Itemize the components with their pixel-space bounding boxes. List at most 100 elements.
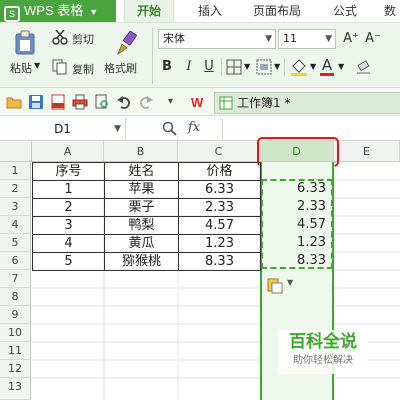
row-header[interactable]: 1 — [0, 162, 31, 180]
table-cell[interactable]: 苹果 — [105, 181, 179, 199]
row-header[interactable]: 4 — [0, 216, 31, 234]
ribbon-separator — [152, 28, 153, 84]
format-painter-button[interactable]: 格式刷 — [104, 28, 148, 84]
paste-marquee — [261, 179, 333, 269]
customize-toolbar-icon[interactable]: ▾ — [168, 96, 173, 107]
chevron-down-icon: ▼ — [89, 7, 99, 17]
table-cell[interactable]: 6.33 — [179, 181, 261, 199]
copy-label: 复制 — [72, 63, 94, 76]
row-header[interactable]: 2 — [0, 180, 31, 198]
merge-cells-icon[interactable] — [256, 59, 272, 75]
paintbrush-icon — [116, 30, 137, 56]
cut-button[interactable]: 剪切 — [50, 28, 102, 48]
table-cell[interactable]: 4.57 — [179, 217, 261, 235]
ribbon-separator — [221, 58, 222, 76]
row-header[interactable]: 7 — [0, 270, 31, 288]
wps-logo-icon: W — [191, 95, 204, 110]
format-painter-label: 格式刷 — [104, 62, 137, 75]
table-cell[interactable]: 猕猴桃 — [105, 253, 179, 271]
italic-button[interactable]: I — [180, 58, 198, 76]
row-header[interactable]: 11 — [0, 342, 31, 360]
redo-icon[interactable] — [138, 94, 154, 110]
bold-button[interactable]: B — [158, 58, 176, 76]
tab-page-layout[interactable]: 页面布局 — [244, 0, 310, 22]
insert-function-button[interactable]: fx — [188, 120, 200, 135]
row-header[interactable]: 3 — [0, 198, 31, 216]
column-header-b[interactable]: B — [104, 141, 178, 162]
undo-icon[interactable] — [116, 94, 132, 110]
column-header-c[interactable]: C — [178, 141, 260, 162]
watermark-title: 百科全说 — [289, 332, 357, 352]
select-all-corner[interactable] — [0, 141, 32, 162]
font-name-select[interactable]: 宋体 ▼ — [158, 29, 276, 49]
table-cell[interactable]: 栗子 — [105, 199, 179, 217]
zoom-search-icon[interactable] — [162, 121, 178, 137]
table-cell[interactable]: 黄瓜 — [105, 235, 179, 253]
table-header-cell[interactable]: 价格 — [179, 163, 261, 181]
cut-label: 剪切 — [72, 33, 94, 46]
table-cell[interactable]: 8.33 — [179, 253, 261, 271]
table-cell[interactable]: 5 — [33, 253, 105, 271]
print-icon[interactable] — [72, 94, 88, 110]
open-folder-icon[interactable] — [6, 94, 22, 110]
font-color-button[interactable]: A — [318, 56, 336, 76]
copy-button[interactable]: 复制 — [50, 58, 102, 78]
paste-dropdown-icon: ▼ — [34, 61, 41, 70]
chevron-down-icon: ▼ — [338, 62, 345, 71]
table-header-cell[interactable]: 姓名 — [105, 163, 179, 181]
print-preview-icon[interactable] — [94, 94, 110, 110]
font-color-letter: A — [321, 56, 333, 74]
row-header[interactable]: 12 — [0, 360, 31, 378]
table-cell[interactable]: 1 — [33, 181, 105, 199]
column-header-a[interactable]: A — [32, 141, 104, 162]
tab-home[interactable]: 开始 — [124, 0, 174, 22]
shrink-font-button[interactable]: A⁻ — [364, 30, 382, 48]
ribbon-separator — [284, 58, 285, 76]
table-cell[interactable]: 2 — [33, 199, 105, 217]
fill-color-icon[interactable] — [290, 58, 308, 76]
chevron-down-icon: ▼ — [244, 62, 251, 71]
row-header[interactable]: 10 — [0, 324, 31, 342]
font-color-swatch — [320, 73, 334, 76]
chevron-down-icon: ▼ — [114, 124, 121, 134]
paste-button[interactable]: 粘贴 ▼ — [8, 28, 42, 84]
table-cell[interactable]: 4 — [33, 235, 105, 253]
export-pdf-icon[interactable] — [50, 94, 66, 110]
chevron-down-icon: ▼ — [265, 34, 272, 44]
chevron-down-icon: ▼ — [310, 62, 317, 71]
table-cell[interactable]: 鸭梨 — [105, 217, 179, 235]
scissors-icon — [52, 29, 68, 45]
spreadsheet-doc-icon — [219, 96, 233, 110]
tab-data[interactable]: 数 — [380, 0, 400, 22]
table-header-cell[interactable]: 序号 — [33, 163, 105, 181]
grow-font-button[interactable]: A⁺ — [342, 30, 360, 48]
row-header[interactable]: 5 — [0, 234, 31, 252]
paste-options-icon — [267, 278, 283, 294]
table-cell[interactable]: 1.23 — [179, 235, 261, 253]
tab-insert[interactable]: 插入 — [188, 0, 232, 22]
chevron-down-icon: ▼ — [274, 62, 281, 71]
clear-format-icon[interactable] — [356, 60, 372, 74]
row-header[interactable]: 6 — [0, 252, 31, 270]
column-header-e[interactable]: E — [334, 141, 400, 162]
row-header[interactable]: 9 — [0, 306, 31, 324]
row-header[interactable]: 8 — [0, 288, 31, 306]
underline-button[interactable]: U — [200, 58, 218, 76]
borders-icon[interactable] — [226, 59, 242, 75]
app-menu-button[interactable]: S WPS 表格 ▼ — [0, 0, 116, 22]
name-box-value: D1 — [54, 122, 71, 136]
svg-text:W: W — [191, 95, 204, 110]
tab-formulas[interactable]: 公式 — [322, 0, 368, 22]
paste-options-button[interactable]: ▼ — [266, 275, 298, 295]
table-cell[interactable]: 3 — [33, 217, 105, 235]
font-size-select[interactable]: 11 ▼ — [278, 29, 336, 49]
table-cell[interactable]: 2.33 — [179, 199, 261, 217]
copy-icon — [52, 59, 67, 75]
document-tab-label: 工作簿1 * — [237, 96, 291, 110]
app-name: WPS 表格 — [24, 3, 84, 18]
row-header[interactable]: 13 — [0, 378, 31, 400]
name-box[interactable]: D1 ▼ — [0, 118, 126, 140]
save-icon[interactable] — [28, 94, 44, 110]
document-tab[interactable]: 工作簿1 * — [214, 92, 400, 114]
paste-label: 粘贴 — [10, 62, 32, 75]
